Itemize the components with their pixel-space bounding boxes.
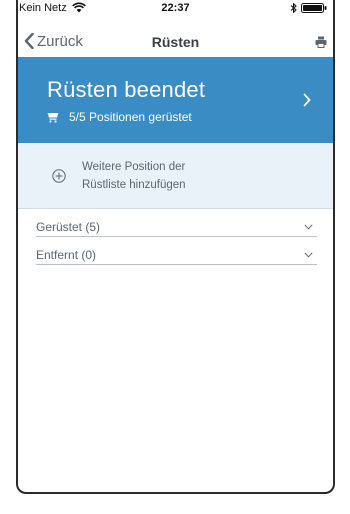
page-title: Rüsten <box>151 34 200 50</box>
banner-subtitle-row: 5/5 Positionen gerüstet <box>47 110 192 124</box>
clock: 22:37 <box>161 2 190 14</box>
add-position-label-line1: Weitere Position der <box>82 161 186 173</box>
cart-icon <box>47 113 59 123</box>
section-label: Gerüstet (5) <box>36 220 101 234</box>
section-entfernt[interactable]: Entfernt (0) <box>36 241 317 265</box>
chevron-right-icon <box>303 93 311 107</box>
banner-title: Rüsten beendet <box>47 77 206 102</box>
section-label: Entfernt (0) <box>36 248 97 262</box>
status-banner[interactable]: Rüsten beendet 5/5 Positionen gerüstet <box>18 57 333 143</box>
battery-icon <box>301 3 327 13</box>
banner-subtitle: 5/5 Positionen gerüstet <box>69 110 192 124</box>
status-bar: Kein Netz 22:37 <box>18 0 333 16</box>
print-icon[interactable] <box>315 36 327 48</box>
add-position-label: Weitere Position der Rüstliste hinzufüge… <box>82 158 186 194</box>
add-position-button[interactable]: Weitere Position der Rüstliste hinzufüge… <box>18 143 333 209</box>
bluetooth-icon <box>290 3 297 13</box>
navigation-bar: Zurück Rüsten <box>18 24 333 58</box>
chevron-down-icon <box>304 224 313 230</box>
phone-screen: Kein Netz 22:37 Zurück Rüsten Rüsten bee… <box>16 0 335 494</box>
chevron-down-icon <box>304 252 313 258</box>
plus-circle-icon <box>52 169 66 183</box>
add-position-label-line2: Rüstliste hinzufügen <box>82 179 186 191</box>
section-geruestet[interactable]: Gerüstet (5) <box>36 213 317 237</box>
